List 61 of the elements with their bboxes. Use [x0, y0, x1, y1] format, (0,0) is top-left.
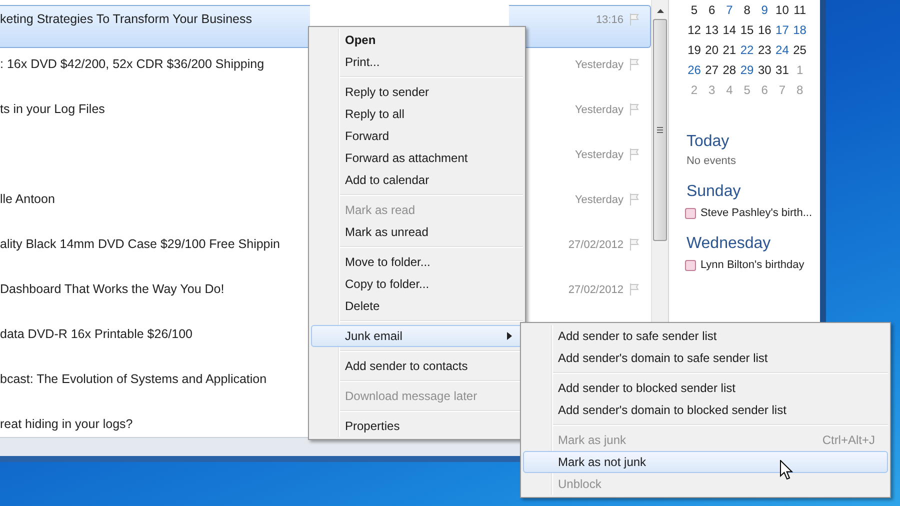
agenda-heading: Today	[686, 133, 730, 151]
calendar-day[interactable]: 22	[738, 42, 756, 59]
event-title[interactable]: Steve Pashley's birth...	[700, 207, 812, 219]
calendar-day[interactable]: 25	[791, 42, 809, 59]
menu-item[interactable]: Add sender's domain to blocked sender list	[523, 399, 888, 421]
calendar-day[interactable]: 14	[720, 22, 738, 39]
calendar-day[interactable]: 9	[756, 2, 774, 19]
menu-item[interactable]: Copy to folder...	[311, 273, 523, 295]
menu-item[interactable]: Delete	[311, 295, 523, 317]
calendar-day[interactable]: 31	[773, 62, 792, 79]
menu-item[interactable]: Forward as attachment	[311, 147, 523, 169]
message-subject[interactable]: : 16x DVD $42/200, 52x CDR $36/200 Shipping	[0, 50, 310, 93]
calendar-day[interactable]: 13	[703, 22, 721, 39]
calendar-day[interactable]: 11	[791, 2, 809, 19]
message-subject[interactable]: bcast: The Evolution of Systems and Application	[0, 365, 310, 408]
message-subject[interactable]: reat hiding in your logs?	[0, 410, 310, 437]
menu-item[interactable]: Add sender to contacts	[311, 355, 523, 377]
calendar-day[interactable]: 27	[703, 62, 721, 79]
calendar-day[interactable]: 10	[773, 2, 792, 19]
menu-item[interactable]: Forward	[311, 125, 523, 147]
calendar-day[interactable]: 23	[756, 42, 774, 59]
calendar-day[interactable]: 5	[685, 2, 704, 19]
menu-item[interactable]: Reply to all	[311, 103, 523, 125]
calendar-day[interactable]: 28	[720, 62, 738, 79]
menu-item[interactable]: Add sender's domain to safe sender list	[523, 347, 888, 369]
agenda-heading: Wednesday	[686, 235, 772, 253]
menu-item[interactable]: Reply to sender	[311, 81, 523, 103]
calendar-day[interactable]: 17	[773, 22, 792, 39]
menu-item[interactable]: Junk email	[311, 325, 523, 347]
calendar-day[interactable]: 15	[738, 22, 756, 39]
event-title[interactable]: Lynn Bilton's birthday	[700, 259, 804, 271]
menu-item[interactable]: Add sender to blocked sender list	[523, 377, 888, 399]
calendar-day[interactable]: 20	[703, 42, 721, 59]
agenda-note: No events	[686, 155, 737, 167]
calendar-day[interactable]: 16	[756, 22, 774, 39]
calendar-day[interactable]: 26	[685, 62, 704, 79]
calendar-day[interactable]: 7	[720, 2, 738, 19]
agenda-heading: Sunday	[686, 183, 742, 201]
calendar-day[interactable]: 12	[685, 22, 704, 39]
shortcut-label: Ctrl+Alt+J	[822, 433, 876, 447]
message-subject[interactable]: Dashboard That Works the Way You Do!	[0, 275, 310, 318]
calendar-day[interactable]: 29	[738, 62, 756, 79]
calendar-day[interactable]: 6	[703, 2, 721, 19]
calendar-day[interactable]: 21	[720, 42, 738, 59]
calendar-day[interactable]: 18	[791, 22, 809, 39]
calendar-day[interactable]: 30	[756, 62, 774, 79]
message-subject[interactable]: keting Strategies To Transform Your Business	[0, 5, 310, 48]
calendar-day[interactable]: 24	[773, 42, 792, 59]
message-subject[interactable]: lle Antoon	[0, 185, 310, 228]
calendar-day[interactable]: 8	[738, 2, 756, 19]
menu-item[interactable]: Properties	[311, 415, 523, 437]
menu-item[interactable]: Mark as not junk	[523, 451, 888, 473]
message-subject[interactable]: ality Black 14mm DVD Case $29/100 Free Shippin	[0, 230, 310, 273]
menu-item[interactable]: Add sender to safe sender list	[523, 325, 888, 347]
menu-item[interactable]: Add to calendar	[311, 169, 523, 191]
message-subject[interactable]: ts in your Log Files	[0, 95, 310, 138]
message-subject[interactable]: data DVD-R 16x Printable $26/100	[0, 320, 310, 363]
menu-item[interactable]: Mark as unread	[311, 221, 523, 243]
calendar-day[interactable]: 19	[685, 42, 704, 59]
menu-item[interactable]: Print...	[311, 51, 523, 73]
menu-item[interactable]: Move to folder...	[311, 251, 523, 273]
